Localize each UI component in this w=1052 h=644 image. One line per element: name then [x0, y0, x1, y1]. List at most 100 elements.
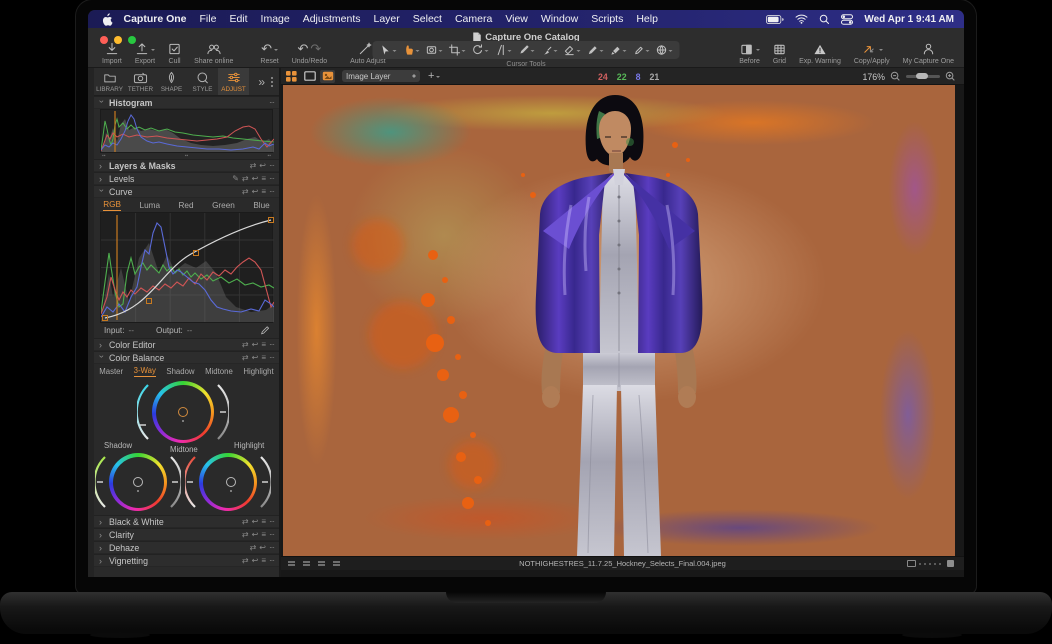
reset-icon[interactable]: ↩ — [259, 543, 265, 552]
copy-icon[interactable]: ⇄ — [242, 174, 248, 183]
cb-tab-master[interactable]: Master — [99, 367, 123, 376]
zoom-slider[interactable] — [906, 75, 940, 78]
menu-edit[interactable]: Edit — [223, 13, 254, 25]
menu-camera[interactable]: Camera — [448, 13, 498, 25]
more-icon[interactable]: ··· — [269, 161, 274, 170]
cb-tab-shadow[interactable]: Shadow — [166, 367, 194, 376]
list-icon[interactable]: ≡ — [261, 340, 265, 349]
highlight-color-wheel[interactable] — [199, 453, 257, 511]
list-icon[interactable]: ≡ — [261, 517, 265, 526]
thumbnail-toggle-icon[interactable] — [907, 560, 916, 567]
more-icon[interactable]: ··· — [269, 517, 274, 526]
menu-select[interactable]: Select — [406, 13, 448, 25]
more-icon[interactable]: ··· — [269, 187, 274, 196]
list-icon[interactable]: ≡ — [261, 174, 265, 183]
copy-apply-button[interactable]: Copy/Apply — [854, 42, 890, 65]
list-icon[interactable]: ≡ — [261, 530, 265, 539]
copy-icon[interactable]: ⇄ — [242, 187, 248, 196]
more-icon[interactable]: ··· — [269, 353, 274, 362]
zoom-level[interactable]: 176% — [863, 72, 886, 82]
color-picker-tool[interactable] — [518, 44, 535, 56]
reset-icon[interactable]: ↩ — [252, 530, 258, 539]
zoom-out-icon[interactable] — [890, 71, 901, 82]
cull-button[interactable]: Cull — [168, 42, 181, 65]
highlight-saturation-slider[interactable] — [259, 453, 271, 511]
more-icon[interactable]: ··· — [269, 174, 274, 183]
curve-canvas[interactable] — [100, 212, 273, 323]
menu-capture-one[interactable]: Capture One — [117, 13, 193, 25]
menu-layer[interactable]: Layer — [367, 13, 406, 25]
wifi-icon[interactable] — [795, 14, 808, 24]
grid-button[interactable]: Grid — [773, 42, 786, 65]
list-icon[interactable]: ≡ — [261, 187, 265, 196]
midtone-color-wheel[interactable] — [152, 381, 214, 443]
layers-masks-panel-header[interactable]: › Layers & Masks ⇄ ↩ ··· — [94, 159, 279, 172]
histogram-panel-header[interactable]: › Histogram ··· — [94, 96, 279, 109]
control-center-icon[interactable] — [841, 14, 853, 25]
reset-icon[interactable]: ↩ — [252, 187, 258, 196]
tab-style[interactable]: STYLE — [187, 68, 218, 95]
curve-tab-luma[interactable]: Luma — [140, 201, 160, 210]
spotlight-icon[interactable] — [819, 14, 830, 25]
list-icon[interactable]: ≡ — [261, 556, 265, 565]
menu-scripts[interactable]: Scripts — [585, 13, 630, 25]
rotate-tool[interactable] — [472, 44, 489, 56]
fill-mask-tool[interactable] — [610, 44, 627, 56]
annotations-tool[interactable] — [656, 44, 673, 56]
draw-mask-tool[interactable] — [587, 44, 604, 56]
menu-file[interactable]: File — [193, 13, 223, 25]
more-icon[interactable]: ··· — [269, 530, 274, 539]
more-icon[interactable]: ··· — [269, 543, 274, 552]
before-button[interactable]: Before — [739, 42, 760, 65]
tab-shape[interactable]: SHAPE — [156, 68, 187, 95]
black-white-panel-header[interactable]: › Black & White ⇄ ↩ ≡ ··· — [94, 515, 279, 528]
zoom-in-icon[interactable] — [945, 71, 956, 82]
more-icon[interactable]: ··· — [269, 98, 274, 107]
copy-icon[interactable]: ⇄ — [242, 530, 248, 539]
tab-library[interactable]: LIBRARY — [94, 68, 125, 95]
grid-view-icon[interactable] — [284, 70, 299, 83]
reset-icon[interactable]: ↩ — [252, 517, 258, 526]
cb-tab-highlight[interactable]: Highlight — [243, 367, 273, 376]
reset-button[interactable]: ↶ Reset — [260, 42, 278, 65]
eyedropper-icon[interactable] — [259, 326, 269, 336]
exposure-warning-button[interactable]: Exp. Warning — [799, 42, 841, 65]
share-online-button[interactable]: Share online — [194, 42, 233, 65]
list-icon[interactable]: ≡ — [261, 353, 265, 362]
highlight-lightness-slider[interactable] — [185, 453, 197, 511]
menu-help[interactable]: Help — [630, 13, 665, 25]
layer-dropdown[interactable]: Image Layer — [342, 70, 420, 82]
copy-icon[interactable]: ⇄ — [242, 517, 248, 526]
more-icon[interactable]: ··· — [269, 556, 274, 565]
levels-panel-header[interactable]: › Levels ✎ ⇄ ↩ ≡ ··· — [94, 172, 279, 185]
cb-tab-3way[interactable]: 3-Way — [134, 366, 156, 377]
reset-icon[interactable]: ↩ — [252, 353, 258, 362]
midtone-wheel-cursor[interactable] — [178, 407, 188, 417]
color-balance-panel-header[interactable]: › Color Balance ⇄ ↩ ≡ ··· — [94, 351, 279, 364]
reset-icon[interactable]: ↩ — [252, 556, 258, 565]
shadow-lightness-slider[interactable] — [95, 453, 107, 511]
erase-tool[interactable] — [564, 44, 581, 56]
menu-view[interactable]: View — [499, 13, 535, 25]
copy-icon[interactable]: ⇄ — [242, 340, 248, 349]
apple-menu[interactable] — [98, 13, 117, 26]
midtone-lightness-slider[interactable] — [137, 381, 150, 443]
select-tool[interactable] — [380, 44, 397, 56]
menu-bar-clock[interactable]: Wed Apr 1 9:41 AM — [864, 14, 954, 25]
heal-tool[interactable] — [541, 44, 558, 56]
straighten-tool[interactable] — [495, 44, 512, 56]
export-button[interactable]: Export — [135, 42, 155, 65]
curve-panel-header[interactable]: › Curve ⇄ ↩ ≡ ··· — [94, 185, 279, 198]
pen-icon[interactable]: ✎ — [232, 174, 238, 183]
tab-tether[interactable]: TETHER — [125, 68, 156, 95]
photo-canvas[interactable] — [283, 85, 955, 556]
copy-icon[interactable]: ⇄ — [250, 543, 256, 552]
import-button[interactable]: Import — [102, 42, 122, 65]
expand-tabs-button[interactable]: » — [258, 75, 265, 89]
reset-icon[interactable]: ↩ — [252, 174, 258, 183]
filmstrip-toggle-icon[interactable] — [947, 560, 954, 567]
copy-icon[interactable]: ⇄ — [242, 556, 248, 565]
highlight-wheel-cursor[interactable] — [226, 477, 236, 487]
add-layer-button[interactable]: + — [428, 70, 440, 82]
crop-tool[interactable] — [449, 44, 466, 56]
